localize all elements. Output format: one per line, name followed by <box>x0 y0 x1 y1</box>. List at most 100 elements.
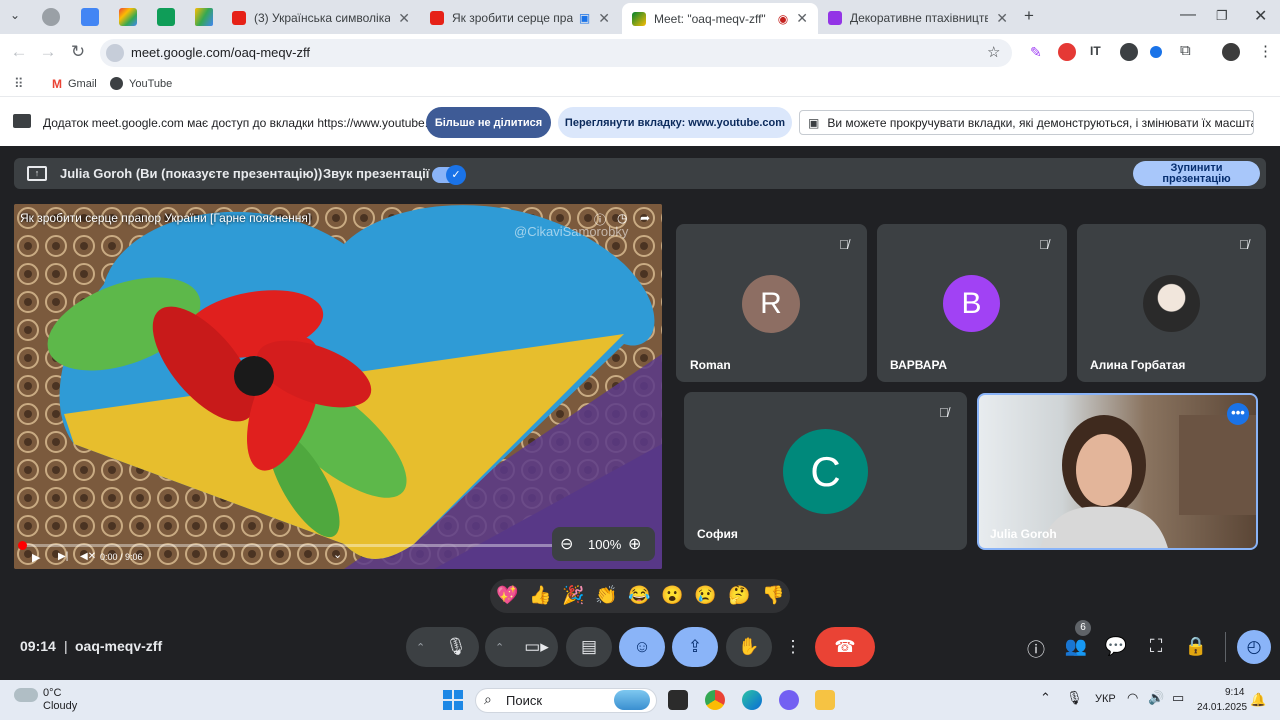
zoom-in-icon[interactable]: ⊕ <box>628 534 641 554</box>
pinned-tab-sheets-icon[interactable] <box>157 8 175 26</box>
windows-start-icon[interactable] <box>443 690 463 710</box>
pen-extension-icon[interactable]: ✎ <box>1030 44 1042 61</box>
reaction-sparkling-heart[interactable]: 💖 <box>496 585 518 606</box>
reaction-thinking[interactable]: 🤔 <box>728 585 750 606</box>
activities-icon[interactable]: ⛶ <box>1144 636 1168 657</box>
pinned-tab-photos-icon[interactable] <box>119 8 137 26</box>
video-frame: @CikaviSamorobky <box>14 204 662 569</box>
adblock-extension-icon[interactable] <box>1058 43 1076 61</box>
reaction-thumbs-up[interactable]: 👍 <box>529 585 551 606</box>
people-icon[interactable]: 👥 <box>1064 636 1088 657</box>
reaction-surprised[interactable]: 😮 <box>661 585 683 606</box>
chevron-up-icon[interactable]: ⌃ <box>495 641 504 654</box>
weather-temperature[interactable]: 0°C <box>43 687 61 699</box>
close-icon[interactable]: ✕ <box>796 10 808 27</box>
pinned-tab-docs-icon[interactable] <box>81 8 99 26</box>
blue-dot-extension-icon[interactable] <box>1150 46 1162 58</box>
present-button[interactable]: ⇪ <box>672 627 718 667</box>
tab-search-icon[interactable]: ⌄ <box>10 8 20 22</box>
mute-volume-icon[interactable]: ◀✕ <box>80 551 96 562</box>
tab-decorative-poultry[interactable]: Декоративне птахівництво - 2 ✕ <box>818 4 1018 32</box>
video-progress-bar[interactable] <box>20 544 570 547</box>
leave-call-button[interactable]: ☎ <box>815 627 875 667</box>
profile-avatar[interactable] <box>1222 43 1240 61</box>
notification-bell-icon[interactable]: 🔔 <box>1250 692 1266 708</box>
task-view-icon[interactable] <box>668 690 688 710</box>
present-screen-icon: ⇪ <box>687 637 703 656</box>
camera-control[interactable]: ⌃ ▭▸ <box>485 627 558 667</box>
extensions-puzzle-icon[interactable]: ⧉ <box>1180 42 1191 59</box>
battery-icon[interactable]: ▭ <box>1172 690 1184 706</box>
tab-heart-flag[interactable]: Як зробити серце прапор ▣ ✕ <box>420 4 620 32</box>
play-icon[interactable]: ▶ <box>32 551 40 564</box>
minimize-icon[interactable]: — <box>1180 6 1196 24</box>
pinned-tab-drive-icon[interactable] <box>195 8 213 26</box>
share-arrow-icon[interactable]: ➦ <box>640 211 650 225</box>
captions-button[interactable]: ▤ <box>566 627 612 667</box>
next-icon[interactable]: ▶| <box>58 551 68 562</box>
mic-control[interactable]: ⌃ 🎙 <box>406 627 479 667</box>
viber-icon[interactable] <box>779 690 799 710</box>
wifi-icon[interactable]: ◠ <box>1127 690 1138 706</box>
reload-icon[interactable]: ↻ <box>67 42 89 62</box>
chat-icon[interactable]: 💬 <box>1104 636 1128 657</box>
translate-extension-icon[interactable]: IT <box>1090 44 1101 58</box>
chrome-icon[interactable] <box>705 690 725 710</box>
host-controls-lock-icon[interactable]: 🔒 <box>1184 636 1208 657</box>
reactions-button[interactable]: ☺ <box>619 627 665 667</box>
bookmark-gmail[interactable]: M Gmail <box>52 77 97 91</box>
chevron-up-icon[interactable]: ⌃ <box>1040 690 1051 706</box>
close-icon[interactable]: ✕ <box>398 10 410 27</box>
microphone-icon[interactable]: 🎙 <box>1066 690 1083 706</box>
chevron-down-icon[interactable]: ⌄ <box>333 548 342 561</box>
microphone-icon[interactable]: 🎙 <box>445 637 467 657</box>
restore-icon[interactable]: ❐ <box>1216 8 1228 24</box>
shared-video[interactable]: @CikaviSamorobky <box>14 204 662 569</box>
tab-ukrainian-symbols[interactable]: (3) Українська символіка #тво ✕ <box>222 4 420 32</box>
stop-presenting-button[interactable]: Зупинити презентацію <box>1133 161 1260 186</box>
close-icon[interactable]: ✕ <box>996 10 1008 27</box>
meeting-details-info-icon[interactable]: ⓘ <box>1024 636 1048 662</box>
back-arrow-icon[interactable]: ← <box>8 42 30 62</box>
timer-clock-icon[interactable]: ◴ <box>1237 630 1271 664</box>
reaction-crying[interactable]: 😢 <box>694 585 716 606</box>
zoom-out-icon[interactable]: ⊖ <box>560 534 573 554</box>
system-date[interactable]: 24.01.2025 <box>1197 702 1247 713</box>
info-icon[interactable]: ⓘ <box>594 211 606 228</box>
input-language[interactable]: УКР <box>1095 693 1116 705</box>
checkmark-icon[interactable]: ✓ <box>446 165 466 185</box>
more-options-button[interactable]: ⋮ <box>779 627 807 667</box>
file-explorer-icon[interactable] <box>815 690 835 710</box>
video-time: 0:00 / 9:06 <box>100 552 143 562</box>
stop-sharing-button[interactable]: Більше не ділитися <box>426 107 551 138</box>
new-tab-plus-icon[interactable]: + <box>1024 6 1034 26</box>
video-camera-icon[interactable]: ▭▸ <box>524 637 549 657</box>
reaction-party-popper[interactable]: 🎉 <box>562 585 584 606</box>
reaction-laughing[interactable]: 😂 <box>628 585 650 606</box>
reaction-clapping[interactable]: 👏 <box>595 585 617 606</box>
cloud-weather-icon[interactable] <box>14 688 38 702</box>
video-scrubber[interactable] <box>18 541 27 550</box>
weather-description[interactable]: Cloudy <box>43 700 77 712</box>
watch-later-clock-icon[interactable]: ◷ <box>617 211 627 225</box>
forward-arrow-icon[interactable]: → <box>37 42 59 62</box>
menu-kebab-icon[interactable]: ⋮ <box>1258 42 1273 60</box>
site-info-icon[interactable] <box>106 44 124 62</box>
speaker-icon[interactable]: 🔊 <box>1148 690 1164 706</box>
more-options-icon[interactable]: ••• <box>1227 403 1249 425</box>
edge-icon[interactable] <box>742 690 762 710</box>
raise-hand-button[interactable]: ✋ <box>726 627 772 667</box>
close-icon[interactable]: ✕ <box>598 10 610 27</box>
url-text[interactable]: meet.google.com/oaq-meqv-zff <box>131 45 310 60</box>
fr-extension-icon[interactable] <box>1120 43 1138 61</box>
bookmark-youtube[interactable]: YouTube <box>110 77 172 90</box>
view-tab-button[interactable]: Переглянути вкладку: www.youtube.com <box>558 107 792 138</box>
system-time[interactable]: 9:14 <box>1225 687 1244 698</box>
window-close-icon[interactable]: ✕ <box>1254 6 1267 26</box>
reaction-thumbs-down[interactable]: 👎 <box>762 585 784 606</box>
bookmark-star-icon[interactable]: ☆ <box>987 43 1000 61</box>
apps-grid-icon[interactable]: ⠿ <box>14 76 24 92</box>
tab-meet[interactable]: Meet: "oaq-meqv-zff" ◉ ✕ <box>622 3 818 34</box>
pinned-tab-globe-icon[interactable] <box>42 8 60 26</box>
chevron-up-icon[interactable]: ⌃ <box>416 641 425 654</box>
